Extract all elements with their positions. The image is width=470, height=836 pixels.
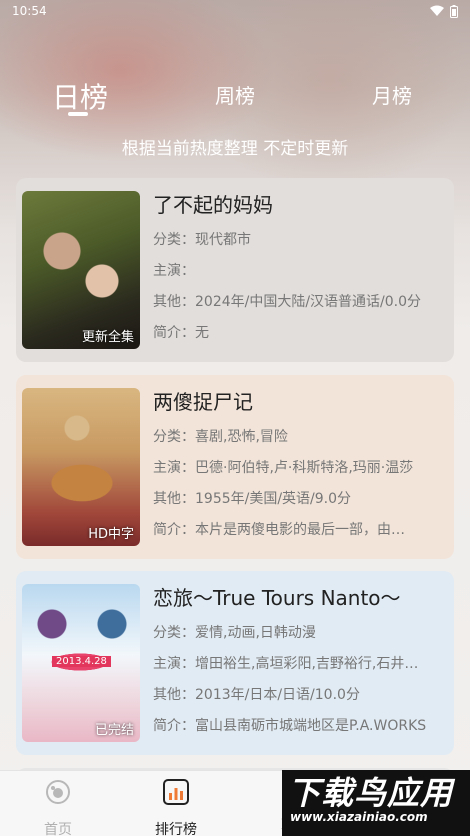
poster-image[interactable]: HD中字 xyxy=(22,388,140,546)
item-other: 其他：2013年/日本/日语/10.0分 xyxy=(153,687,360,703)
list-item[interactable]: 更新全集 了不起的妈妈 分类：现代都市 主演： 其他：2024年/中国大陆/汉语… xyxy=(16,178,454,362)
item-cast: 主演：增田裕生,高垣彩阳,吉野裕行,石井… xyxy=(153,656,419,672)
item-title: 两傻捉尸记 xyxy=(153,390,253,414)
watermark-text: 下载鸟应用 xyxy=(288,774,454,812)
status-badge: 已完结 xyxy=(94,723,134,738)
status-time: 10:54 xyxy=(12,4,47,18)
wifi-icon xyxy=(430,5,444,16)
item-info: 恋旅〜True Tours Nanto〜 分类：爱情,动画,日韩动漫 主演：增田… xyxy=(153,584,445,755)
ranking-subtitle: 根据当前热度整理 不定时更新 xyxy=(121,139,349,159)
nav-home-label: 首页 xyxy=(44,822,72,836)
item-cast: 主演：巴德·阿伯特,卢·科斯特洛,玛丽·温莎 xyxy=(153,460,414,476)
item-title: 恋旅〜True Tours Nanto〜 xyxy=(153,586,401,610)
battery-icon xyxy=(450,4,458,18)
item-category: 分类：现代都市 xyxy=(153,232,251,248)
home-icon xyxy=(46,780,70,804)
item-info: 了不起的妈妈 分类：现代都市 主演： 其他：2024年/中国大陆/汉语普通话/0… xyxy=(153,191,445,362)
poster-image[interactable]: 更新全集 xyxy=(22,191,140,349)
status-badge: HD中字 xyxy=(88,527,134,542)
active-tab-indicator xyxy=(68,112,88,116)
status-bar: 10:54 xyxy=(0,0,470,22)
nav-ranking[interactable]: 排行榜 xyxy=(146,779,206,836)
tab-week[interactable]: 周榜 xyxy=(205,80,265,109)
item-category: 分类：喜剧,恐怖,冒险 xyxy=(153,429,288,445)
list-item[interactable]: 2013.4.28 已完结 恋旅〜True Tours Nanto〜 分类：爱情… xyxy=(16,571,454,755)
item-intro: 简介：富山县南砺市城端地区是P.A.WORKS xyxy=(153,718,427,734)
ranking-icon xyxy=(163,779,189,805)
watermark-url: www.xiazainiao.com xyxy=(290,810,428,824)
nav-ranking-label: 排行榜 xyxy=(155,822,197,836)
item-other: 其他：1955年/美国/英语/9.0分 xyxy=(153,491,352,507)
item-info: 两傻捉尸记 分类：喜剧,恐怖,冒险 主演：巴德·阿伯特,卢·科斯特洛,玛丽·温莎… xyxy=(153,388,445,559)
watermark-logo: 下载鸟应用 www.xiazainiao.com xyxy=(282,770,470,836)
status-icons xyxy=(430,4,458,18)
item-other: 其他：2024年/中国大陆/汉语普通话/0.0分 xyxy=(153,294,422,310)
item-intro: 简介：本片是两傻电影的最后一部，由… xyxy=(153,522,405,538)
poster-date: 2013.4.28 xyxy=(52,656,111,667)
item-category: 分类：爱情,动画,日韩动漫 xyxy=(153,625,316,641)
item-intro: 简介：无 xyxy=(153,325,209,341)
tab-month[interactable]: 月榜 xyxy=(362,80,422,109)
item-cast: 主演： xyxy=(153,263,195,279)
list-item[interactable]: HD中字 两傻捉尸记 分类：喜剧,恐怖,冒险 主演：巴德·阿伯特,卢·科斯特洛,… xyxy=(16,375,454,559)
tab-day[interactable]: 日榜 xyxy=(52,76,108,116)
poster-image[interactable]: 2013.4.28 已完结 xyxy=(22,584,140,742)
item-title: 了不起的妈妈 xyxy=(153,193,273,217)
nav-home[interactable]: 首页 xyxy=(28,779,88,836)
status-badge: 更新全集 xyxy=(81,330,134,345)
